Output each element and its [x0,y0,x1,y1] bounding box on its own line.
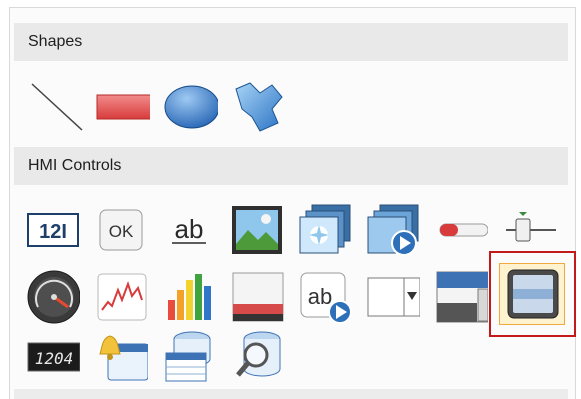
picture-stack-icon [299,204,351,254]
ok-button-icon: OK [99,209,143,251]
ellipse-icon [164,85,218,129]
polygon-tool[interactable] [232,80,286,134]
button-tool[interactable]: OK [94,203,148,257]
slider-icon [506,212,556,242]
hmi-controls-section-header[interactable]: HMI Controls [14,147,568,185]
slider-tool[interactable] [502,203,556,257]
bar-chart-tool[interactable] [162,270,216,324]
database-search-tool[interactable] [230,330,284,384]
picture-icon [232,206,282,254]
next-section-header [14,389,568,399]
bar-chart-icon [168,274,211,320]
gauge-icon [27,270,80,324]
frame-panel-tool[interactable] [505,267,559,321]
svg-text:ab: ab [308,284,332,309]
animated-picture-tool[interactable] [366,203,420,257]
trend-chart-tool[interactable] [94,270,148,324]
database-grid-icon [165,331,211,382]
shapes-section-header[interactable]: Shapes [14,23,568,61]
alarm-window-tool[interactable] [94,330,148,384]
window-panel-tool[interactable] [230,270,284,324]
thermometer-icon [439,223,488,237]
window-panel-icon [232,272,284,322]
gauge-tool[interactable] [26,270,80,324]
trend-chart-icon [97,273,147,321]
text-label-tool[interactable]: ab [162,203,216,257]
frame-panel-icon [507,269,559,319]
svg-text:OK: OK [109,222,134,241]
alarm-window-icon [99,335,148,381]
svg-text:ab: ab [175,214,204,244]
digital-display-tool[interactable]: 1204 [26,330,80,384]
combobox-tool[interactable] [366,270,420,324]
combobox-icon [367,277,420,317]
database-grid-tool[interactable] [162,330,216,384]
animated-text-icon: ab [300,272,352,324]
text-label-icon: ab [172,214,206,244]
animated-picture-icon [367,204,419,256]
line-tool[interactable] [30,80,84,134]
svg-text:1204: 1204 [35,349,74,368]
picture-tool[interactable] [230,203,284,257]
rectangle-icon [96,94,150,120]
database-search-icon [236,331,281,377]
animated-text-tool[interactable]: ab [298,270,352,324]
ellipse-tool[interactable] [164,80,218,134]
shapes-section-title: Shapes [28,33,83,50]
thermometer-tool[interactable] [434,203,488,257]
picture-stack-tool[interactable] [298,203,352,257]
scroll-window-icon [436,271,488,323]
rectangle-tool[interactable] [96,80,150,134]
digital-display-icon: 1204 [27,342,80,372]
hmi-controls-section-title: HMI Controls [28,157,122,174]
polygon-icon [235,82,283,132]
scroll-window-tool[interactable] [434,270,488,324]
svg-text:12I: 12I [39,221,67,243]
numeric-display-tool[interactable]: 12I [26,203,80,257]
line-icon [31,83,83,131]
numeric-display-icon: 12I [27,213,79,247]
